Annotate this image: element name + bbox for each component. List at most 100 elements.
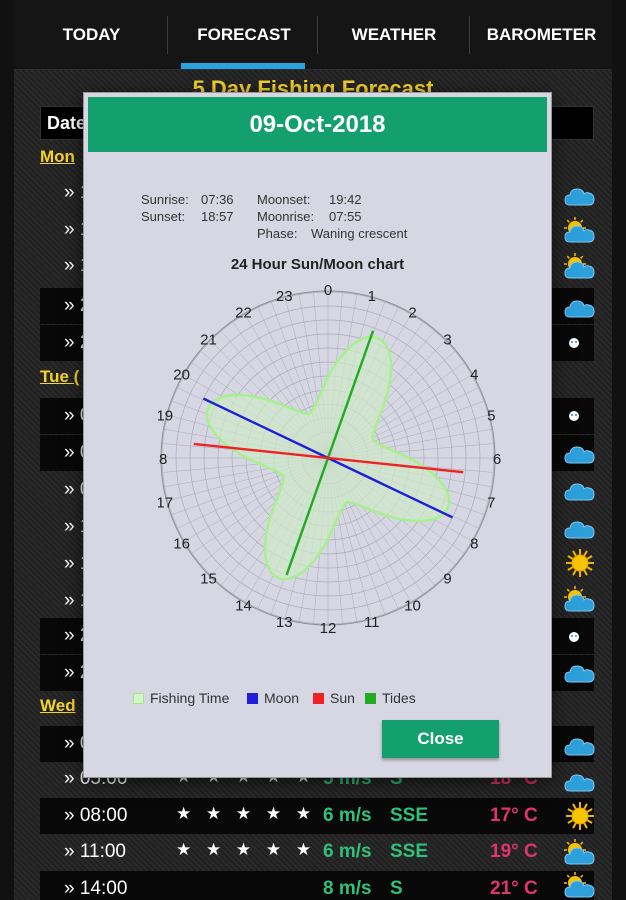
cloud-icon xyxy=(563,657,597,687)
hour-tick-label: 17 xyxy=(158,495,173,512)
sun-icon xyxy=(563,801,597,831)
hour-tick-label: 21 xyxy=(200,331,217,348)
cloud-icon xyxy=(563,292,597,322)
app-window: TODAY FORECAST WEATHER BAROMETER 5 Day F… xyxy=(0,0,626,900)
close-button[interactable]: Close xyxy=(382,720,499,758)
sunrise-label: Sunrise: xyxy=(141,192,189,207)
chart-title: 24 Hour Sun/Moon chart xyxy=(230,256,405,273)
cloud-icon xyxy=(563,180,597,210)
partly-cloudy-icon xyxy=(563,217,597,247)
sunset-value: 18:57 xyxy=(201,209,234,224)
phase-label: Phase: xyxy=(257,226,298,241)
tab-forecast[interactable]: FORECAST xyxy=(169,0,319,70)
cloud-icon xyxy=(563,438,597,468)
phase-value: Waning crescent xyxy=(311,226,408,241)
hour-tick-label: 13 xyxy=(276,614,293,631)
hour-tick-label: 1 xyxy=(368,288,376,305)
legend-tides: Tides xyxy=(365,689,416,707)
cloud-icon xyxy=(563,475,597,505)
hour-tick-label: 6 xyxy=(493,451,501,468)
sunrise-value: 07:36 xyxy=(201,192,234,207)
day-heading-tue[interactable]: Tue ( xyxy=(40,367,79,387)
hour-tick-label: 19 xyxy=(158,407,173,424)
cloud-icon xyxy=(563,730,597,760)
hour-tick-label: 2 xyxy=(408,305,416,322)
sun-moon-polar-chart: 01234567891011121314151617181920212223 xyxy=(158,282,501,637)
hour-tick-label: 11 xyxy=(364,614,380,631)
row-wind-speed: 8 m/s xyxy=(323,878,372,899)
tab-separator xyxy=(317,16,318,54)
hour-tick-label: 9 xyxy=(443,571,451,588)
legend-swatch-tides xyxy=(365,692,376,704)
hour-tick-label: 16 xyxy=(173,536,190,553)
table-row[interactable]: » 14:00 8 m/s S 21° C xyxy=(40,871,594,900)
header-date-label: Date xyxy=(47,113,87,133)
right-frame xyxy=(612,0,626,900)
row-wind-direction: SSE xyxy=(390,841,429,862)
table-row[interactable]: » 11:00 ★ ★ ★ ★ ★ 6 m/s SSE 19° C xyxy=(40,834,594,870)
sunset-label: Sunset: xyxy=(141,209,186,224)
hour-tick-label: 22 xyxy=(235,305,252,322)
moonset-label: Moonset: xyxy=(257,192,311,207)
day-heading-mon[interactable]: Mon xyxy=(40,147,75,167)
row-temperature: 17° C xyxy=(490,805,538,826)
legend-swatch-moon xyxy=(247,692,258,704)
hour-tick-label: 8 xyxy=(470,536,478,553)
moon-cloud-icon xyxy=(563,400,597,430)
row-rating: ★ ★ ★ ★ ★ xyxy=(176,840,317,859)
hour-tick-label: 23 xyxy=(276,288,293,305)
hour-tick-label: 7 xyxy=(487,495,495,512)
hour-tick-label: 5 xyxy=(487,407,495,424)
row-time: » 14:00 xyxy=(64,878,128,899)
row-temperature: 21° C xyxy=(490,878,538,899)
cloud-icon xyxy=(563,513,597,543)
partly-cloudy-icon xyxy=(563,872,597,900)
legend-fishing-time: Fishing Time xyxy=(133,689,229,707)
legend-label-moon: Moon xyxy=(264,690,300,706)
day-heading-wed[interactable]: Wed xyxy=(40,696,76,716)
moon-cloud-icon xyxy=(563,327,597,357)
row-rating: ★ ★ ★ ★ ★ xyxy=(176,804,317,823)
tab-weather[interactable]: WEATHER xyxy=(319,0,469,70)
partly-cloudy-icon xyxy=(563,253,597,283)
row-temperature: 19° C xyxy=(490,841,538,862)
tab-today[interactable]: TODAY xyxy=(14,0,169,70)
sun-icon xyxy=(563,548,597,578)
row-wind-speed: 6 m/s xyxy=(323,805,372,826)
legend-swatch-fishing xyxy=(133,692,144,704)
active-tab-indicator xyxy=(181,63,305,69)
row-time: » 08:00 xyxy=(64,805,128,826)
legend-swatch-sun xyxy=(313,692,324,704)
moon-cloud-icon xyxy=(563,621,597,651)
hour-tick-label: 0 xyxy=(324,282,332,299)
hour-tick-label: 12 xyxy=(320,620,337,637)
left-frame xyxy=(0,0,14,900)
hour-tick-label: 14 xyxy=(235,597,252,614)
cloud-icon xyxy=(563,766,597,796)
partly-cloudy-icon xyxy=(563,586,597,616)
hour-tick-label: 4 xyxy=(470,367,478,384)
partly-cloudy-icon xyxy=(563,839,597,869)
day-detail-dialog: 09-Oct-2018 Sunrise: 07:36 Sunset: 18:57… xyxy=(84,93,551,777)
legend-label-fishing: Fishing Time xyxy=(150,690,230,706)
legend-label-tides: Tides xyxy=(382,690,416,706)
tab-separator xyxy=(167,16,168,54)
row-wind-speed: 6 m/s xyxy=(323,841,372,862)
moonrise-value: 07:55 xyxy=(329,209,362,224)
hour-tick-label: 10 xyxy=(404,597,421,614)
legend-label-sun: Sun xyxy=(330,690,355,706)
hour-tick-label: 18 xyxy=(158,451,167,468)
row-time: » 11:00 xyxy=(64,841,126,862)
moonrise-label: Moonrise: xyxy=(257,209,315,224)
hour-tick-label: 3 xyxy=(443,331,451,348)
hour-tick-label: 15 xyxy=(200,571,217,588)
row-wind-direction: S xyxy=(390,878,403,899)
dialog-date-title: 09-Oct-2018 xyxy=(88,97,547,152)
legend-moon: Moon xyxy=(247,689,299,707)
tab-bar: TODAY FORECAST WEATHER BAROMETER xyxy=(14,0,612,70)
table-row[interactable]: » 08:00 ★ ★ ★ ★ ★ 6 m/s SSE 17° C xyxy=(40,798,594,834)
row-wind-direction: SSE xyxy=(390,805,429,826)
hour-tick-label: 20 xyxy=(173,367,190,384)
tab-barometer[interactable]: BAROMETER xyxy=(471,0,612,70)
moonset-value: 19:42 xyxy=(329,192,362,207)
